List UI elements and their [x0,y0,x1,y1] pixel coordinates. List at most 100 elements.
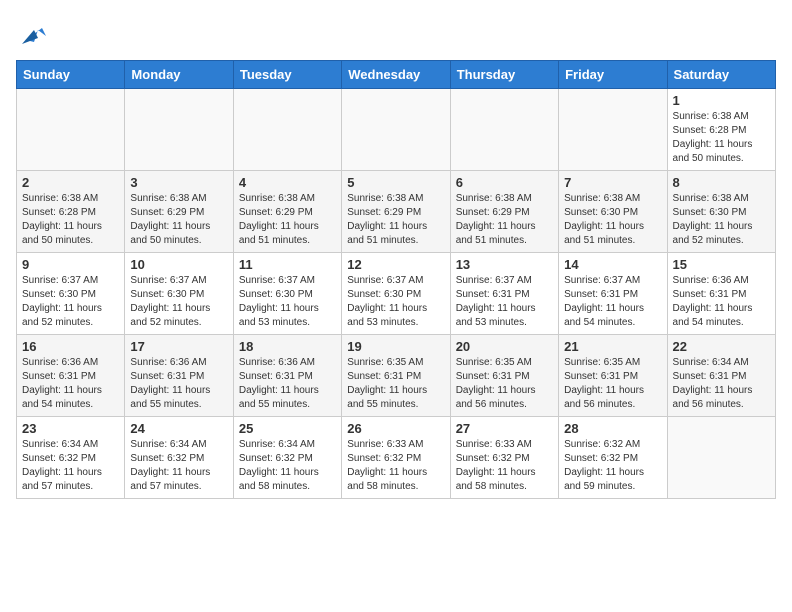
day-info: Sunrise: 6:38 AM Sunset: 6:30 PM Dayligh… [673,192,770,248]
day-info: Sunrise: 6:38 AM Sunset: 6:30 PM Dayligh… [564,192,661,248]
calendar-week-row: 16 Sunrise: 6:36 AM Sunset: 6:31 PM Dayli… [17,335,776,417]
logo [16,16,50,48]
day-info: Sunrise: 6:38 AM Sunset: 6:28 PM Dayligh… [673,110,770,166]
calendar-day-cell: 27 Sunrise: 6:33 AM Sunset: 6:32 PM Dayli… [450,417,558,499]
day-info: Sunrise: 6:32 AM Sunset: 6:32 PM Dayligh… [564,438,661,494]
calendar-day-cell: 19 Sunrise: 6:35 AM Sunset: 6:31 PM Dayli… [342,335,450,417]
day-number: 15 [673,257,770,272]
day-number: 25 [239,421,336,436]
day-info: Sunrise: 6:38 AM Sunset: 6:29 PM Dayligh… [239,192,336,248]
calendar-table: SundayMondayTuesdayWednesdayThursdayFrid… [16,60,776,499]
calendar-day-cell: 28 Sunrise: 6:32 AM Sunset: 6:32 PM Dayli… [559,417,667,499]
day-info: Sunrise: 6:35 AM Sunset: 6:31 PM Dayligh… [564,356,661,412]
day-info: Sunrise: 6:37 AM Sunset: 6:30 PM Dayligh… [347,274,444,330]
calendar-day-cell: 13 Sunrise: 6:37 AM Sunset: 6:31 PM Dayli… [450,253,558,335]
calendar-day-cell: 12Sunrise: 6:37 AM Sunset: 6:30 PM Dayli… [342,253,450,335]
day-info: Sunrise: 6:33 AM Sunset: 6:32 PM Dayligh… [456,438,553,494]
day-number: 14 [564,257,661,272]
day-info: Sunrise: 6:37 AM Sunset: 6:30 PM Dayligh… [239,274,336,330]
calendar-day-cell: 1 Sunrise: 6:38 AM Sunset: 6:28 PM Daylig… [667,89,775,171]
calendar-week-row: 23 Sunrise: 6:34 AM Sunset: 6:32 PM Dayli… [17,417,776,499]
day-info: Sunrise: 6:37 AM Sunset: 6:31 PM Dayligh… [564,274,661,330]
day-number: 6 [456,175,553,190]
day-number: 2 [22,175,119,190]
calendar-day-cell: 9 Sunrise: 6:37 AM Sunset: 6:30 PM Daylig… [17,253,125,335]
day-number: 13 [456,257,553,272]
day-number: 16 [22,339,119,354]
calendar-day-cell [125,89,233,171]
calendar-day-cell: 23Sunrise: 6:34 AM Sunset: 6:32 PM Dayli… [17,417,125,499]
calendar-day-cell [559,89,667,171]
calendar-week-row: 2Sunrise: 6:38 AM Sunset: 6:28 PM Daylig… [17,171,776,253]
day-number: 20 [456,339,553,354]
day-number: 10 [130,257,227,272]
day-number: 18 [239,339,336,354]
day-number: 27 [456,421,553,436]
day-number: 3 [130,175,227,190]
logo-icon [18,16,50,48]
day-info: Sunrise: 6:35 AM Sunset: 6:31 PM Dayligh… [456,356,553,412]
calendar-day-cell [450,89,558,171]
day-info: Sunrise: 6:34 AM Sunset: 6:31 PM Dayligh… [673,356,770,412]
day-info: Sunrise: 6:34 AM Sunset: 6:32 PM Dayligh… [130,438,227,494]
calendar-day-cell: 22 Sunrise: 6:34 AM Sunset: 6:31 PM Dayli… [667,335,775,417]
calendar-day-cell [667,417,775,499]
calendar-day-header: Saturday [667,61,775,89]
calendar-day-cell: 21 Sunrise: 6:35 AM Sunset: 6:31 PM Dayli… [559,335,667,417]
calendar-day-cell: 25 Sunrise: 6:34 AM Sunset: 6:32 PM Dayli… [233,417,341,499]
calendar-week-row: 1 Sunrise: 6:38 AM Sunset: 6:28 PM Daylig… [17,89,776,171]
day-info: Sunrise: 6:36 AM Sunset: 6:31 PM Dayligh… [239,356,336,412]
day-info: Sunrise: 6:38 AM Sunset: 6:29 PM Dayligh… [456,192,553,248]
calendar-day-header: Friday [559,61,667,89]
day-info: Sunrise: 6:33 AM Sunset: 6:32 PM Dayligh… [347,438,444,494]
calendar-week-row: 9 Sunrise: 6:37 AM Sunset: 6:30 PM Daylig… [17,253,776,335]
calendar-day-cell: 8Sunrise: 6:38 AM Sunset: 6:30 PM Daylig… [667,171,775,253]
calendar-day-header: Sunday [17,61,125,89]
page-header [16,16,776,48]
day-info: Sunrise: 6:35 AM Sunset: 6:31 PM Dayligh… [347,356,444,412]
calendar-day-cell [17,89,125,171]
day-number: 1 [673,93,770,108]
day-info: Sunrise: 6:37 AM Sunset: 6:30 PM Dayligh… [22,274,119,330]
calendar-day-cell: 15 Sunrise: 6:36 AM Sunset: 6:31 PM Dayli… [667,253,775,335]
day-number: 17 [130,339,227,354]
calendar-day-cell: 14 Sunrise: 6:37 AM Sunset: 6:31 PM Dayli… [559,253,667,335]
day-info: Sunrise: 6:38 AM Sunset: 6:29 PM Dayligh… [130,192,227,248]
day-number: 26 [347,421,444,436]
calendar-day-cell: 17 Sunrise: 6:36 AM Sunset: 6:31 PM Dayli… [125,335,233,417]
calendar-day-cell [342,89,450,171]
day-info: Sunrise: 6:38 AM Sunset: 6:29 PM Dayligh… [347,192,444,248]
calendar-day-cell: 6 Sunrise: 6:38 AM Sunset: 6:29 PM Daylig… [450,171,558,253]
calendar-day-cell: 2Sunrise: 6:38 AM Sunset: 6:28 PM Daylig… [17,171,125,253]
day-number: 22 [673,339,770,354]
day-number: 23 [22,421,119,436]
day-number: 21 [564,339,661,354]
day-info: Sunrise: 6:36 AM Sunset: 6:31 PM Dayligh… [130,356,227,412]
calendar-day-header: Wednesday [342,61,450,89]
day-number: 28 [564,421,661,436]
calendar-day-cell [233,89,341,171]
calendar-day-cell: 5 Sunrise: 6:38 AM Sunset: 6:29 PM Daylig… [342,171,450,253]
day-number: 5 [347,175,444,190]
day-info: Sunrise: 6:36 AM Sunset: 6:31 PM Dayligh… [22,356,119,412]
day-number: 7 [564,175,661,190]
calendar-day-cell: 10 Sunrise: 6:37 AM Sunset: 6:30 PM Dayli… [125,253,233,335]
calendar-day-header: Tuesday [233,61,341,89]
day-number: 11 [239,257,336,272]
calendar-day-cell: 24Sunrise: 6:34 AM Sunset: 6:32 PM Dayli… [125,417,233,499]
calendar-day-cell: 7 Sunrise: 6:38 AM Sunset: 6:30 PM Daylig… [559,171,667,253]
day-info: Sunrise: 6:37 AM Sunset: 6:30 PM Dayligh… [130,274,227,330]
calendar-day-cell: 18 Sunrise: 6:36 AM Sunset: 6:31 PM Dayli… [233,335,341,417]
calendar-day-cell: 11 Sunrise: 6:37 AM Sunset: 6:30 PM Dayli… [233,253,341,335]
day-info: Sunrise: 6:36 AM Sunset: 6:31 PM Dayligh… [673,274,770,330]
calendar-day-cell: 26 Sunrise: 6:33 AM Sunset: 6:32 PM Dayli… [342,417,450,499]
calendar-day-header: Monday [125,61,233,89]
calendar-day-header: Thursday [450,61,558,89]
day-number: 19 [347,339,444,354]
calendar-day-cell: 20 Sunrise: 6:35 AM Sunset: 6:31 PM Dayli… [450,335,558,417]
day-info: Sunrise: 6:34 AM Sunset: 6:32 PM Dayligh… [239,438,336,494]
calendar-day-cell: 3 Sunrise: 6:38 AM Sunset: 6:29 PM Daylig… [125,171,233,253]
day-info: Sunrise: 6:37 AM Sunset: 6:31 PM Dayligh… [456,274,553,330]
calendar-day-cell: 16 Sunrise: 6:36 AM Sunset: 6:31 PM Dayli… [17,335,125,417]
day-number: 9 [22,257,119,272]
